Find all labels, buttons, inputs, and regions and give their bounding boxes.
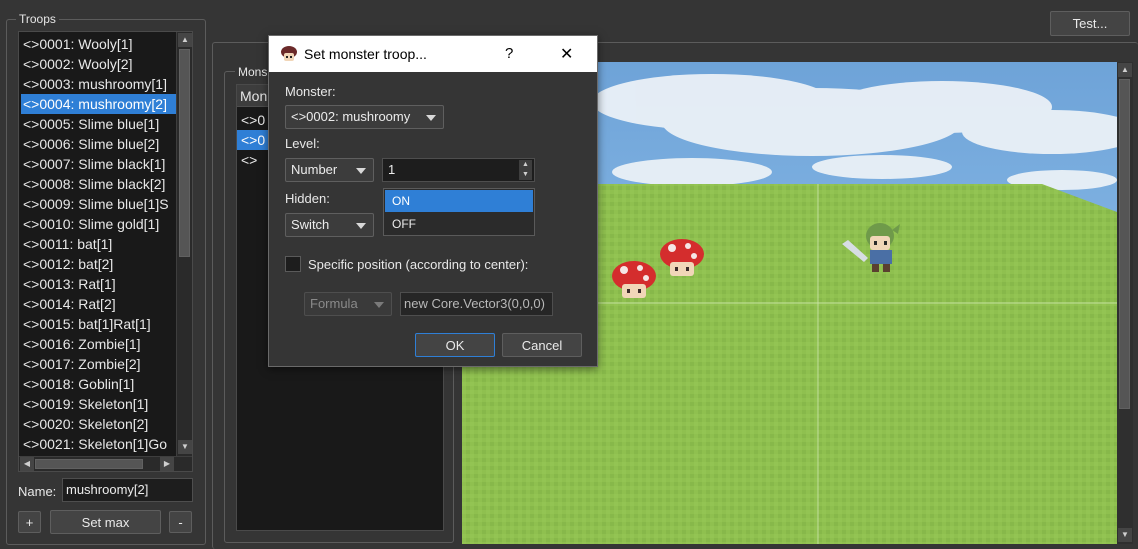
troop-list-item[interactable]: <>0009: Slime blue[1]S [21,194,177,214]
scroll-down-icon[interactable]: ▼ [178,440,192,454]
troop-list-item[interactable]: <>0002: Wooly[2] [21,54,177,74]
remove-troop-button[interactable]: - [169,511,192,533]
troop-list-item[interactable]: <>0020: Skeleton[2] [21,414,177,434]
app-icon [281,46,297,61]
troop-list-item[interactable]: <>0013: Rat[1] [21,274,177,294]
troop-list-item[interactable]: <>0005: Slime blue[1] [21,114,177,134]
position-formula-value: new Core.Vector3(0,0,0) [404,296,545,311]
cancel-button[interactable]: Cancel [502,333,582,357]
position-formula-input[interactable]: new Core.Vector3(0,0,0) [400,292,553,316]
troops-list-scroll-thumb[interactable] [179,49,190,257]
troop-list-item[interactable]: <>0019: Skeleton[1] [21,394,177,414]
troops-group-title: Troops [16,12,59,26]
troop-list-item[interactable]: <>0008: Slime black[2] [21,174,177,194]
troop-name-label: Name: [18,484,57,499]
monster-combo-value: <>0002: mushroomy [291,109,411,124]
hidden-option-off[interactable]: OFF [385,213,533,235]
scene-scroll-down-icon[interactable]: ▼ [1118,528,1132,542]
troops-list-vscrollbar[interactable]: ▲ ▼ [176,32,192,457]
troop-list-item[interactable]: <>0004: mushroomy[2] [21,94,177,114]
monsters-header-label: Mon [240,88,268,104]
set-max-button[interactable]: Set max [50,510,161,534]
troop-list-item[interactable]: <>0007: Slime black[1] [21,154,177,174]
chevron-down-icon [356,168,366,174]
chevron-down-icon [426,115,436,121]
level-label: Level: [285,136,320,151]
troops-list-items: <>0001: Wooly[1] <>0002: Wooly[2] <>0003: … [21,34,177,452]
monster-label: Monster: [285,84,336,99]
troop-list-item[interactable]: <>0018: Goblin[1] [21,374,177,394]
scene-vscrollbar[interactable]: ▲ ▼ [1117,62,1133,544]
spin-down-icon[interactable]: ▼ [519,170,532,180]
position-mode-value: Formula [310,296,358,311]
hidden-options-popup: ON OFF [383,188,535,236]
help-icon[interactable]: ? [505,45,513,62]
level-spinbox[interactable]: 1 ▲ ▼ [382,158,535,182]
scroll-up-icon[interactable]: ▲ [178,33,192,47]
dialog-titlebar[interactable]: Set monster troop... ? ✕ [269,36,597,72]
close-icon[interactable]: ✕ [560,44,573,64]
test-button[interactable]: Test... [1050,11,1130,36]
troops-list[interactable]: <>0001: Wooly[1] <>0002: Wooly[2] <>0003: … [18,31,193,472]
hidden-option-on[interactable]: ON [385,190,533,212]
position-mode-combo[interactable]: Formula [304,292,392,316]
specific-position-checkbox[interactable] [285,256,301,272]
ok-button[interactable]: OK [415,333,495,357]
troop-name-input[interactable]: mushroomy[2] [62,478,193,502]
troop-list-item[interactable]: <>0003: mushroomy[1] [21,74,177,94]
troop-list-item[interactable]: <>0012: bat[2] [21,254,177,274]
scene-scroll-up-icon[interactable]: ▲ [1118,63,1132,77]
add-troop-button[interactable]: + [18,511,41,533]
troop-list-item[interactable]: <>0015: bat[1]Rat[1] [21,314,177,334]
troop-list-item[interactable]: <>0001: Wooly[1] [21,34,177,54]
dialog-title: Set monster troop... [304,46,427,62]
troop-list-item[interactable]: <>0011: bat[1] [21,234,177,254]
troops-list-hscroll-thumb[interactable] [35,459,143,469]
troop-list-item[interactable]: <>0017: Zombie[2] [21,354,177,374]
scroll-left-icon[interactable]: ◀ [20,457,34,471]
chevron-down-icon [374,302,384,308]
level-mode-value: Number [291,162,338,177]
troop-list-item[interactable]: <>0010: Slime gold[1] [21,214,177,234]
scroll-right-icon[interactable]: ▶ [160,457,174,471]
troop-list-item[interactable]: <>0014: Rat[2] [21,294,177,314]
monsters-group-title: Mons [235,65,271,79]
spin-up-icon[interactable]: ▲ [519,160,532,170]
troop-list-item[interactable]: <>0021: Skeleton[1]Go [21,434,177,452]
specific-position-label: Specific position (according to center): [308,257,529,272]
level-mode-combo[interactable]: Number [285,158,374,182]
level-value: 1 [388,162,396,177]
troop-list-item[interactable]: <>0006: Slime blue[2] [21,134,177,154]
hidden-mode-value: Switch [291,217,330,232]
monster-combo[interactable]: <>0002: mushroomy [285,105,444,129]
chevron-down-icon [356,223,366,229]
scene-scroll-thumb[interactable] [1119,79,1130,409]
troops-list-hscrollbar[interactable]: ◀ ▶ [19,456,192,471]
hidden-mode-combo[interactable]: Switch [285,213,374,237]
hidden-label: Hidden: [285,191,330,206]
troop-list-item[interactable]: <>0016: Zombie[1] [21,334,177,354]
